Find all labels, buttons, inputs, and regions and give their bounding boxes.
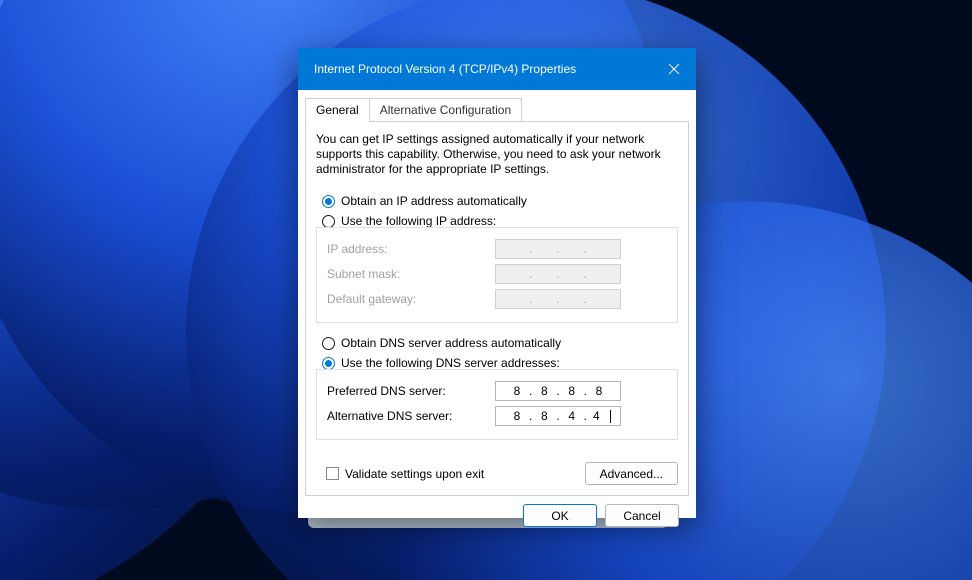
description-text: You can get IP settings assigned automat… [316, 132, 678, 177]
radio-icon [322, 195, 335, 208]
ok-button[interactable]: OK [523, 504, 597, 527]
advanced-button[interactable]: Advanced... [585, 462, 678, 485]
preferred-dns-label: Preferred DNS server: [327, 384, 495, 398]
validate-label: Validate settings upon exit [345, 467, 484, 481]
radio-label: Obtain an IP address automatically [341, 194, 527, 208]
tab-alternative-configuration[interactable]: Alternative Configuration [369, 98, 522, 122]
ip-address-group: IP address: ... Subnet mask: ... Default… [316, 227, 678, 323]
radio-icon [322, 215, 335, 228]
dialog-footer: OK Cancel [305, 496, 689, 527]
ipv4-properties-dialog: Internet Protocol Version 4 (TCP/IPv4) P… [298, 48, 696, 518]
radio-label: Use the following DNS server addresses: [341, 356, 560, 370]
bottom-options-row: Validate settings upon exit Advanced... [316, 462, 678, 485]
titlebar: Internet Protocol Version 4 (TCP/IPv4) P… [298, 48, 696, 90]
radio-obtain-ip-auto[interactable]: Obtain an IP address automatically [322, 194, 678, 208]
close-button[interactable] [652, 48, 696, 90]
tab-general[interactable]: General [305, 98, 370, 122]
dialog-client-area: General Alternative Configuration You ca… [298, 90, 696, 537]
ip-address-label: IP address: [327, 242, 495, 256]
cancel-button[interactable]: Cancel [605, 504, 679, 527]
close-icon [668, 63, 680, 75]
tab-panel-general: You can get IP settings assigned automat… [305, 121, 689, 496]
field-subnet-mask: Subnet mask: ... [327, 264, 667, 284]
field-preferred-dns: Preferred DNS server: 8.8.8.8 [327, 381, 667, 401]
radio-icon [322, 337, 335, 350]
preferred-dns-input[interactable]: 8.8.8.8 [495, 381, 621, 401]
field-ip-address: IP address: ... [327, 239, 667, 259]
tabstrip: General Alternative Configuration [305, 98, 689, 122]
radio-icon [322, 357, 335, 370]
text-cursor [610, 410, 611, 423]
field-alternative-dns: Alternative DNS server: 8.8.4.4 [327, 406, 667, 426]
subnet-mask-label: Subnet mask: [327, 267, 495, 281]
dialog-title: Internet Protocol Version 4 (TCP/IPv4) P… [314, 62, 652, 76]
radio-obtain-dns-auto[interactable]: Obtain DNS server address automatically [322, 336, 678, 350]
radio-label: Use the following IP address: [341, 214, 496, 228]
default-gateway-label: Default gateway: [327, 292, 495, 306]
dns-server-group: Preferred DNS server: 8.8.8.8 Alternativ… [316, 369, 678, 440]
radio-use-following-ip[interactable]: Use the following IP address: [322, 214, 678, 228]
default-gateway-input: ... [495, 289, 621, 309]
ip-address-input: ... [495, 239, 621, 259]
validate-checkbox[interactable] [326, 467, 339, 480]
radio-use-following-dns[interactable]: Use the following DNS server addresses: [322, 356, 678, 370]
alternative-dns-label: Alternative DNS server: [327, 409, 495, 423]
subnet-mask-input: ... [495, 264, 621, 284]
alternative-dns-input[interactable]: 8.8.4.4 [495, 406, 621, 426]
field-default-gateway: Default gateway: ... [327, 289, 667, 309]
radio-label: Obtain DNS server address automatically [341, 336, 561, 350]
